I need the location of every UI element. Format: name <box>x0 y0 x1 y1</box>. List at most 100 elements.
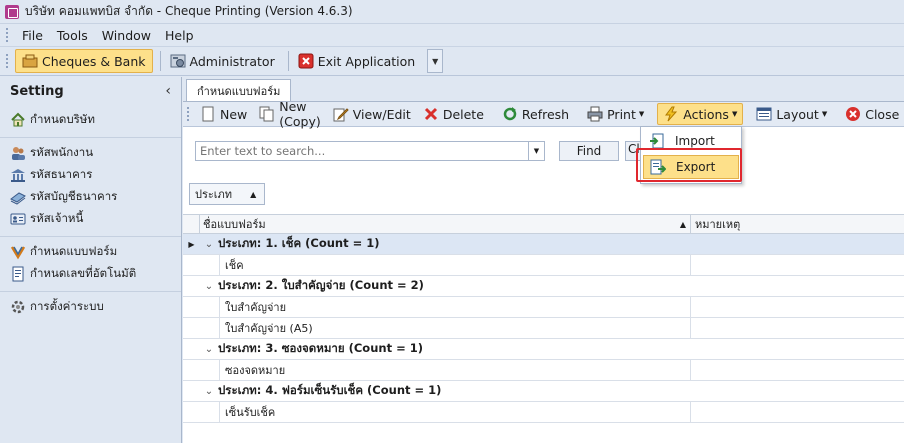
copy-document-icon <box>259 106 275 122</box>
group-row[interactable]: ▶ ⌄ ประเภท: 1. เช็ค (Count = 1) <box>183 234 904 255</box>
sidebar-group: กำหนดแบบฟอร์ม กำหนดเลขที่อัตโนมัติ <box>0 237 181 292</box>
cheque-book-icon <box>22 53 38 69</box>
menu-item-export[interactable]: Export <box>643 155 739 179</box>
actions-menu: Import Export <box>640 126 742 184</box>
chevron-down-icon: ▼ <box>731 110 738 118</box>
exit-application-button[interactable]: Exit Application <box>292 49 422 73</box>
tab-form-settings[interactable]: กำหนดแบบฟอร์ม <box>186 79 292 101</box>
sidebar-item-employee[interactable]: รหัสพนักงาน <box>0 142 181 164</box>
group-row-label: ประเภท: 2. ใบสำคัญจ่าย (Count = 2) <box>218 278 424 292</box>
title-bar: บริษัท คอมแพทบิส จำกัด - Cheque Printing… <box>0 0 904 24</box>
layout-label: Layout <box>776 106 819 122</box>
grip-icon <box>6 54 9 68</box>
find-button[interactable]: Find <box>559 141 619 161</box>
group-row[interactable]: ⌄ ประเภท: 3. ซองจดหมาย (Count = 1) <box>183 339 904 360</box>
menu-item-import[interactable]: Import <box>643 129 739 153</box>
sidebar-item-bank-account[interactable]: รหัสบัญชีธนาคาร <box>0 186 181 208</box>
new-copy-button[interactable]: New (Copy) <box>254 99 325 129</box>
sidebar-item-label: กำหนดบริษัท <box>30 112 95 126</box>
new-button[interactable]: New <box>195 103 252 125</box>
menu-file[interactable]: File <box>15 28 50 43</box>
exit-application-label: Exit Application <box>317 53 416 69</box>
grip-icon <box>187 107 189 121</box>
table-row[interactable]: ใบสำคัญจ่าย <box>183 296 904 318</box>
group-row[interactable]: ⌄ ประเภท: 4. ฟอร์มเซ็นรับเช็ค (Count = 1… <box>183 381 904 402</box>
form-design-icon <box>10 244 26 260</box>
grid-header: ชื่อแบบฟอร์ม ▲ หมายเหตุ <box>183 214 904 234</box>
chevron-down-icon[interactable]: ⌄ <box>200 281 218 292</box>
sidebar-item-company[interactable]: กำหนดบริษัท <box>0 109 181 131</box>
sidebar-item-system-settings[interactable]: การตั้งค่าระบบ <box>0 296 181 318</box>
cheques-bank-button[interactable]: Cheques & Bank <box>15 49 153 73</box>
refresh-button[interactable]: Refresh <box>497 103 574 125</box>
close-label: Close <box>865 106 900 122</box>
sidebar-item-label: รหัสพนักงาน <box>30 145 94 159</box>
home-icon <box>10 112 26 128</box>
chevron-down-icon[interactable]: ⌄ <box>200 386 218 397</box>
group-row-label: ประเภท: 3. ซองจดหมาย (Count = 1) <box>218 341 423 355</box>
delete-button[interactable]: Delete <box>418 103 489 125</box>
sidebar-item-bank[interactable]: รหัสธนาคาร <box>0 164 181 186</box>
menu-window[interactable]: Window <box>95 28 158 43</box>
table-row[interactable]: เซ็นรับเช็ค <box>183 401 904 423</box>
export-label: Export <box>676 160 716 174</box>
menu-help[interactable]: Help <box>158 28 201 43</box>
document-number-icon <box>10 266 26 282</box>
clear-button[interactable]: Clear <box>625 141 641 161</box>
group-row[interactable]: ⌄ ประเภท: 2. ใบสำคัญจ่าย (Count = 2) <box>183 276 904 297</box>
table-row[interactable]: ซองจดหมาย <box>183 359 904 381</box>
administrator-button[interactable]: Administrator <box>164 49 281 73</box>
sidebar-item-label: รหัสเจ้าหนี้ <box>30 211 84 225</box>
column-header-name[interactable]: ชื่อแบบฟอร์ม ▲ <box>200 215 691 233</box>
sort-ascending-icon: ▲ <box>679 219 686 229</box>
chevron-down-icon[interactable]: ⌄ <box>200 239 218 250</box>
sidebar-group: การตั้งค่าระบบ <box>0 292 181 324</box>
export-icon <box>650 159 667 175</box>
admin-icon <box>170 53 186 69</box>
chevron-down-icon[interactable]: ⌄ <box>200 344 218 355</box>
layout-button[interactable]: Layout ▼ <box>751 103 832 125</box>
document-area: กำหนดแบบฟอร์ม New New (Copy) View/Edit D… <box>183 77 904 443</box>
cell-name: เช็ค <box>219 254 691 276</box>
collapse-sidebar-icon[interactable]: ‹ <box>165 83 171 99</box>
sidebar-group: รหัสพนักงาน รหัสธนาคาร รหัสบัญชีธนาคาร ร… <box>0 138 181 237</box>
print-button[interactable]: Print ▼ <box>582 103 649 125</box>
main-toolbar: Cheques & Bank Administrator Exit Applic… <box>0 46 904 76</box>
search-input[interactable] <box>195 141 529 161</box>
cell-name: เซ็นรับเช็ค <box>219 401 691 423</box>
new-copy-label: New (Copy) <box>279 99 321 129</box>
bank-icon <box>10 167 26 183</box>
edit-icon <box>333 106 349 122</box>
import-icon <box>649 133 665 149</box>
view-edit-button[interactable]: View/Edit <box>328 103 416 125</box>
actions-label: Actions <box>683 106 729 122</box>
close-button[interactable]: Close <box>840 103 904 125</box>
group-by-chip[interactable]: ประเภท ▲ <box>189 183 266 205</box>
group-row-label: ประเภท: 4. ฟอร์มเซ็นรับเช็ค (Count = 1) <box>218 383 442 397</box>
chevron-down-icon: ▼ <box>638 110 645 118</box>
table-row[interactable]: ใบสำคัญจ่าย (A5) <box>183 317 904 339</box>
refresh-icon <box>502 106 518 122</box>
grip-icon <box>6 28 9 42</box>
cell-name: ใบสำคัญจ่าย <box>219 296 691 318</box>
table-row[interactable]: เช็ค <box>183 254 904 276</box>
id-card-icon <box>10 211 26 227</box>
cheques-bank-label: Cheques & Bank <box>42 53 146 69</box>
sort-ascending-icon: ▲ <box>250 189 257 199</box>
sidebar-header: Setting ‹ <box>0 77 181 105</box>
menu-tools[interactable]: Tools <box>50 28 95 43</box>
delete-icon <box>423 106 439 122</box>
sidebar: Setting ‹ กำหนดบริษัท รหัสพนักงาน รหัสธน… <box>0 77 182 443</box>
sidebar-item-label: การตั้งค่าระบบ <box>30 299 104 313</box>
sidebar-item-creditor[interactable]: รหัสเจ้าหนี้ <box>0 208 181 230</box>
sidebar-item-form[interactable]: กำหนดแบบฟอร์ม <box>0 241 181 263</box>
printer-icon <box>587 106 603 122</box>
actions-button[interactable]: Actions ▼ <box>657 103 744 125</box>
forms-grid: ชื่อแบบฟอร์ม ▲ หมายเหตุ ▶ ⌄ ประเภท: 1. เ… <box>183 214 904 423</box>
column-header-note[interactable]: หมายเหตุ <box>691 215 904 233</box>
app-icon <box>5 4 19 19</box>
search-history-dropdown[interactable]: ▼ <box>529 141 545 161</box>
toolbar-overflow-button[interactable]: ▼ <box>427 49 444 73</box>
group-by-label: ประเภท <box>195 188 233 201</box>
sidebar-item-auto-number[interactable]: กำหนดเลขที่อัตโนมัติ <box>0 263 181 285</box>
